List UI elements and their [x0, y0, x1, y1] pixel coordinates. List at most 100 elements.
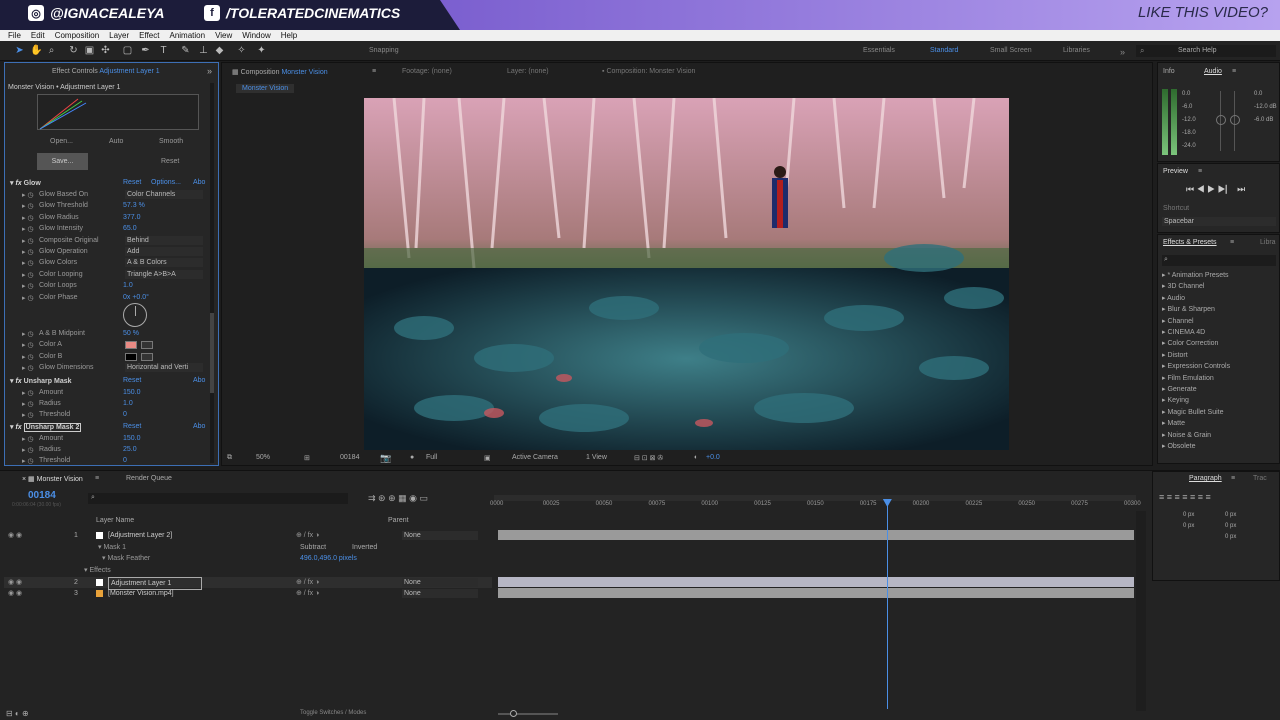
region-of-interest-icon[interactable]: ▣	[484, 454, 491, 462]
eraser-tool-icon[interactable]: ◆	[214, 45, 225, 56]
glow-effect-header[interactable]: ▾ fx Glow	[10, 179, 41, 187]
workspace-essentials[interactable]: Essentials	[863, 47, 895, 54]
effects-category-item[interactable]: ▸ Keying	[1162, 396, 1189, 404]
unsharp2-about-button[interactable]: Abo	[193, 423, 205, 430]
visibility-eye-icon[interactable]: ◉ ◉	[8, 530, 22, 541]
layer-row[interactable]: ◉ ◉ 3 [Monster Vision.mp4] ⊕ / fx ◑ None	[4, 588, 492, 599]
alignment-buttons[interactable]: ≡ ≡ ≡ ≡ ≡ ≡ ≡	[1159, 492, 1211, 502]
eyedropper-icon[interactable]	[141, 352, 153, 361]
color-phase-dial[interactable]	[123, 303, 147, 327]
paragraph-tab[interactable]: Paragraph	[1189, 475, 1222, 482]
glow-prop-value[interactable]: 377.0	[123, 214, 141, 221]
effects-category-item[interactable]: ▸ * Animation Presets	[1162, 271, 1229, 279]
preview-menu-icon[interactable]: ≡	[1198, 168, 1202, 175]
playhead[interactable]	[882, 499, 892, 709]
unsharp-prop-value[interactable]: 0	[123, 411, 127, 418]
curves-reset-button[interactable]: Reset	[161, 158, 179, 165]
glow-prop-stopwatch-icon[interactable]: ▸ ◷	[22, 202, 34, 210]
glow-prop-value[interactable]: 1.0	[123, 282, 133, 289]
mask-feather-value[interactable]: 496.0,496.0 pixels	[300, 553, 357, 564]
tracker-tab[interactable]: Trac	[1253, 475, 1267, 482]
comp-flowchart-tab[interactable]: Monster Vision	[236, 84, 295, 93]
layer-row[interactable]: ◉ ◉ 1 [Adjustment Layer 2] ⊕ / fx ◑ None	[4, 530, 492, 541]
curves-save-button[interactable]: Save...	[37, 153, 88, 170]
glow-prop-stopwatch-icon[interactable]: ▸ ◷	[22, 214, 34, 222]
unsharp-prop-value[interactable]: 1.0	[123, 400, 133, 407]
puppet-tool-icon[interactable]: ✦	[256, 45, 267, 56]
glow-prop2-value[interactable]: 50 %	[123, 330, 139, 337]
glow-prop-stopwatch-icon[interactable]: ▸ ◷	[22, 191, 34, 199]
pen-tool-icon[interactable]: ✒	[140, 45, 151, 56]
view-options-icon[interactable]: ⊟ ⊡ ⊠ ✇	[634, 454, 663, 462]
menu-animation[interactable]: Animation	[169, 30, 205, 41]
glow-prop2-stopwatch-icon[interactable]: ▸ ◷	[22, 330, 34, 338]
panel-menu-icon[interactable]: »	[207, 66, 212, 76]
preview-controls[interactable]: ⏮ ◀ ▶ ▶▏ ⏭	[1186, 184, 1245, 195]
layer-name[interactable]: [Monster Vision.mp4]	[108, 588, 174, 599]
parent-dropdown[interactable]: None	[402, 531, 478, 540]
glow-prop-value[interactable]: 57.3 %	[123, 202, 145, 209]
effects-category-item[interactable]: ▸ Audio	[1162, 294, 1185, 302]
layer-label-swatch[interactable]	[96, 590, 103, 597]
paragraph-indent-value[interactable]: 0 px	[1225, 512, 1236, 518]
effects-category-item[interactable]: ▸ Expression Controls	[1162, 362, 1230, 370]
preview-tab[interactable]: Preview	[1163, 168, 1188, 175]
menu-window[interactable]: Window	[242, 30, 270, 41]
exposure-value[interactable]: +0.0	[706, 454, 720, 461]
audio-panel-menu-icon[interactable]: ≡	[1232, 68, 1236, 75]
effects-category-item[interactable]: ▸ Channel	[1162, 317, 1194, 325]
effects-category-item[interactable]: ▸ Distort	[1162, 351, 1188, 359]
ec-scrollbar[interactable]	[210, 83, 214, 463]
layer-switches-icon[interactable]: ⊕ / fx ◑	[296, 577, 319, 588]
grid-icon[interactable]: ⊞	[304, 454, 310, 462]
mask-inverted-checkbox[interactable]: Inverted	[352, 542, 377, 553]
timeline-scrollbar[interactable]	[1136, 511, 1146, 711]
timeline-switches-icons[interactable]: ⇉ ⊛ ⊕ ▦ ◉ ▭	[368, 493, 428, 504]
glow-prop-value[interactable]: 0x +0.0°	[123, 294, 149, 301]
layer-bar-adjustment-2[interactable]	[498, 530, 1134, 540]
effects-category-item[interactable]: ▸ Obsolete	[1162, 442, 1195, 450]
libraries-tab[interactable]: Libra	[1260, 239, 1276, 246]
effects-category-item[interactable]: ▸ Noise & Grain	[1162, 431, 1211, 439]
effects-category-item[interactable]: ▸ 3D Channel	[1162, 282, 1204, 290]
exposure-icon[interactable]: ◐	[694, 454, 698, 461]
close-icon[interactable]: ×	[22, 476, 26, 483]
unsharp2-prop-stopwatch-icon[interactable]: ▸ ◷	[22, 435, 34, 443]
effects-category-item[interactable]: ▸ Magic Bullet Suite	[1162, 408, 1224, 416]
effects-category-item[interactable]: ▸ Color Correction	[1162, 339, 1218, 347]
unsharp-mask-header[interactable]: ▾ fx Unsharp Mask	[10, 377, 72, 385]
always-preview-icon[interactable]: ⧉	[227, 454, 232, 462]
unsharp2-prop-value[interactable]: 150.0	[123, 435, 141, 442]
curves-open-button[interactable]: Open...	[50, 138, 73, 145]
layer-row[interactable]: ◉ ◉ 2 Adjustment Layer 1 ⊕ / fx ◑ None	[4, 577, 492, 590]
menu-layer[interactable]: Layer	[109, 30, 129, 41]
color-channel-icon[interactable]: ●	[410, 454, 414, 461]
current-time-display[interactable]: 00184	[340, 454, 359, 461]
snapshot-icon[interactable]: 📷	[380, 453, 391, 464]
roto-brush-tool-icon[interactable]: ✧	[236, 45, 247, 56]
glow-reset-button[interactable]: Reset	[123, 179, 141, 186]
layer-row[interactable]: ▾ Mask 1 Subtract Inverted	[4, 542, 492, 553]
composition-tab-2[interactable]: ▪ Composition: Monster Vision	[602, 68, 695, 75]
playhead-handle[interactable]	[882, 499, 892, 507]
menu-view[interactable]: View	[215, 30, 232, 41]
rotate-tool-icon[interactable]: ↻	[68, 45, 79, 56]
unsharp-mask-2-header[interactable]: ▾ fx Unsharp Mask 2	[10, 423, 82, 432]
workspace-standard[interactable]: Standard	[930, 47, 958, 54]
layer-bar-monster-vision[interactable]	[498, 588, 1134, 598]
rectangle-tool-icon[interactable]: ▢	[122, 45, 133, 56]
composition-frame[interactable]	[364, 98, 1009, 450]
resolution-dropdown[interactable]: Full	[426, 454, 437, 461]
layer-switches-icon[interactable]: ⊕ / fx ◑	[296, 588, 319, 599]
paragraph-indent-value[interactable]: 0 px	[1225, 523, 1236, 529]
effects-presets-tab[interactable]: Effects & Presets	[1163, 239, 1217, 246]
layer-row[interactable]: ▾ Mask Feather 496.0,496.0 pixels	[4, 553, 492, 564]
glow-prop-stopwatch-icon[interactable]: ▸ ◷	[22, 259, 34, 267]
unsharp2-prop-value[interactable]: 0	[123, 457, 127, 464]
layer-label-swatch[interactable]	[96, 579, 103, 586]
footage-tab[interactable]: Footage: (none)	[402, 68, 452, 75]
comp-panel-menu-icon[interactable]: ≡	[372, 68, 376, 75]
glow-prop-stopwatch-icon[interactable]: ▸ ◷	[22, 237, 34, 245]
layer-bar-adjustment-1[interactable]	[498, 577, 1134, 587]
more-workspaces-icon[interactable]: »	[1120, 47, 1125, 57]
